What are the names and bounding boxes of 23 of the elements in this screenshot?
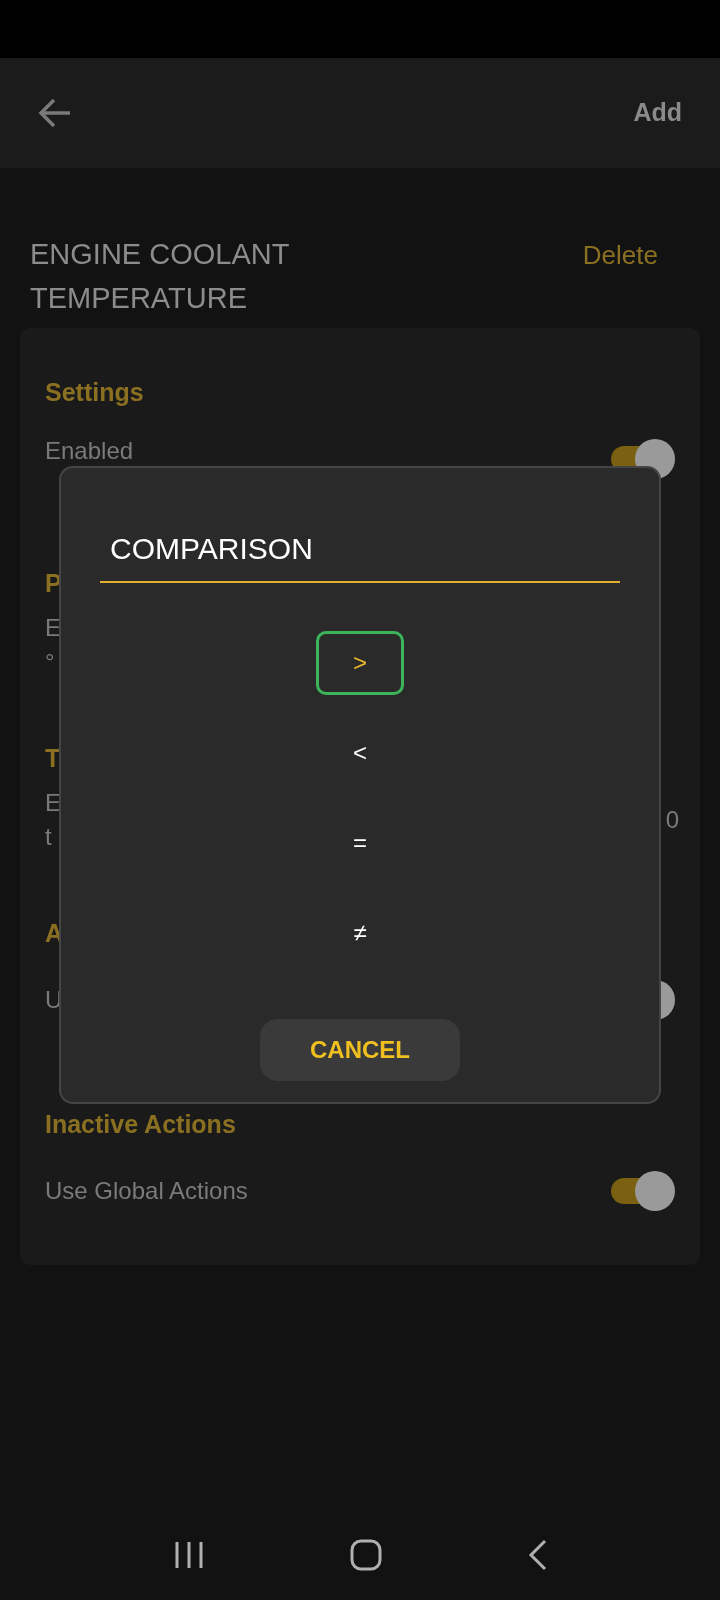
description-text: E [45, 788, 61, 818]
description-text: E [45, 613, 61, 643]
comparison-option[interactable]: = [316, 811, 404, 875]
section-heading: Inactive Actions [45, 1109, 236, 1140]
back-arrow-icon[interactable] [38, 98, 72, 128]
cancel-button[interactable]: CANCEL [260, 1019, 460, 1081]
home-icon[interactable] [350, 1539, 382, 1571]
description-text: t [45, 822, 53, 852]
page-title: ENGINE COOLANT TEMPERATURE [30, 237, 290, 316]
toggle-switch[interactable] [611, 1171, 675, 1211]
comparison-option[interactable]: < [316, 721, 404, 785]
description-text: ° [45, 647, 56, 677]
setting-label: Enabled [45, 436, 134, 466]
delete-button[interactable]: Delete [582, 236, 658, 275]
comparison-option[interactable]: ≠ [316, 901, 404, 965]
section-heading: T [45, 743, 61, 774]
dialog-title: COMPARISON [100, 526, 620, 583]
comparison-option[interactable]: > [316, 631, 404, 695]
add-button[interactable]: Add [633, 94, 682, 132]
section-heading: Settings [45, 377, 144, 408]
setting-label: Use Global Actions [45, 1176, 248, 1206]
value-text: 0 [665, 805, 679, 835]
back-icon[interactable] [527, 1539, 548, 1571]
